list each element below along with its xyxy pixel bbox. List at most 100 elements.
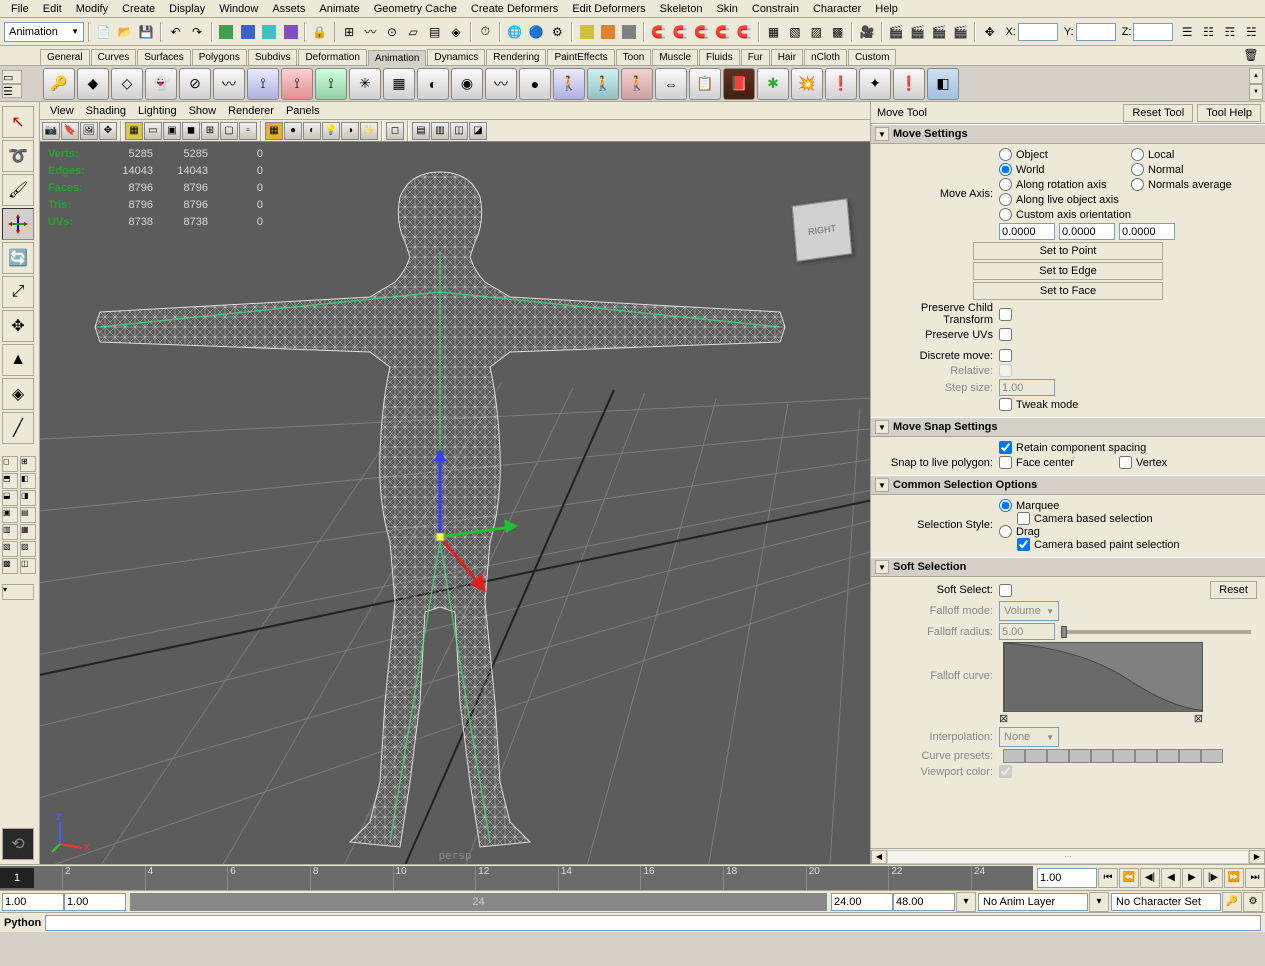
shelf-effect2-icon[interactable]: ❗ (825, 68, 857, 100)
shelf-tab-dynamics[interactable]: Dynamics (427, 49, 485, 65)
shelf-blend-icon[interactable]: ◐ (417, 68, 449, 100)
lock-icon[interactable]: 🔒 (310, 22, 329, 42)
shelf-tab-general[interactable]: General (40, 49, 90, 65)
tweak-checkbox[interactable]: Tweak mode (999, 398, 1078, 411)
magnet3-icon[interactable]: 🧲 (692, 22, 711, 42)
container-a-icon[interactable]: ▦ (764, 22, 783, 42)
pi-textured-icon[interactable]: ◐ (303, 122, 321, 140)
pi-image-plane-icon[interactable]: 🖼 (80, 122, 98, 140)
shelf-effect5-icon[interactable]: ◧ (927, 68, 959, 100)
shelf-breakdown-icon[interactable]: ◇ (111, 68, 143, 100)
pi-field-chart-icon[interactable]: ⊞ (201, 122, 219, 140)
layout-uv-icon[interactable]: ▧ (2, 541, 18, 557)
panel-hscroll[interactable]: ◀ ··· ▶ (871, 848, 1265, 864)
axis-world[interactable]: World (999, 163, 1129, 176)
shelf-scroll[interactable]: ▲▼ (1249, 68, 1263, 100)
layout-b-icon[interactable]: ☷ (1199, 22, 1218, 42)
layout-single-icon[interactable]: ◻ (2, 456, 18, 472)
range-start-input[interactable] (2, 893, 64, 911)
soft-mod-tool[interactable]: ▲ (2, 344, 34, 376)
film-b-icon[interactable]: 🎬 (908, 22, 927, 42)
play-back-icon[interactable]: ◀ (1161, 868, 1181, 888)
pi-grid-icon[interactable]: ▦ (125, 122, 143, 140)
menu-character[interactable]: Character (806, 2, 868, 16)
shelf-tab-toon[interactable]: Toon (616, 49, 652, 65)
layout-d-icon[interactable]: ☵ (1242, 22, 1261, 42)
shelf-tab-hair[interactable]: Hair (771, 49, 803, 65)
shelf-ik-icon[interactable]: ⟟ (281, 68, 313, 100)
pi-expose2-icon[interactable]: ◪ (469, 122, 487, 140)
save-scene-icon[interactable]: 💾 (137, 22, 156, 42)
playblast-icon[interactable]: 🎥 (857, 22, 876, 42)
shelf-wire-icon[interactable]: 〰 (485, 68, 517, 100)
pi-shadows-icon[interactable]: ◑ (341, 122, 359, 140)
axis-y-input[interactable] (1059, 223, 1115, 240)
cam-sel-checkbox[interactable]: Camera based selection (1017, 512, 1257, 525)
menu-skin[interactable]: Skin (709, 2, 744, 16)
menu-assets[interactable]: Assets (265, 2, 312, 16)
menu-create[interactable]: Create (115, 2, 162, 16)
axis-custom[interactable]: Custom axis orientation (999, 208, 1257, 221)
open-scene-icon[interactable]: 📂 (115, 22, 134, 42)
range-menu-icon[interactable]: ▾ (956, 892, 976, 912)
shelf-tab-polygons[interactable]: Polygons (192, 49, 247, 65)
magnet1-icon[interactable]: 🧲 (649, 22, 668, 42)
panel-view[interactable]: View (44, 105, 80, 117)
layout-graph-icon[interactable]: ▥ (2, 524, 18, 540)
select-component-icon[interactable] (259, 22, 278, 42)
axis-x-input[interactable] (999, 223, 1055, 240)
shelf-humanik-icon[interactable]: 🚶 (621, 68, 653, 100)
xform-mode-icon[interactable]: ✥ (980, 22, 999, 42)
axis-live[interactable]: Along live object axis (999, 193, 1257, 206)
magnet4-icon[interactable]: 🧲 (713, 22, 732, 42)
panel-lighting[interactable]: Lighting (132, 105, 183, 117)
shelf-effect4-icon[interactable]: ❗ (893, 68, 925, 100)
shelf-tab-muscle[interactable]: Muscle (652, 49, 698, 65)
panel-renderer[interactable]: Renderer (222, 105, 280, 117)
pi-wireframe-icon[interactable]: ▦ (265, 122, 283, 140)
pi-xray-joints-icon[interactable]: ▥ (431, 122, 449, 140)
undo-icon[interactable]: ↶ (166, 22, 185, 42)
layout-c-icon[interactable]: ☶ (1220, 22, 1239, 42)
step-back-icon[interactable]: ◀| (1140, 868, 1160, 888)
shelf-keyframe-icon[interactable]: ◆ (77, 68, 109, 100)
axis-local[interactable]: Local (1131, 148, 1257, 161)
pi-bookmarks-icon[interactable]: 🔖 (61, 122, 79, 140)
command-input[interactable] (45, 915, 1261, 931)
section-soft-selection[interactable]: Soft Selection (871, 557, 1265, 577)
pi-safe-title-icon[interactable]: ▫ (239, 122, 257, 140)
pi-res-gate-icon[interactable]: ▣ (163, 122, 181, 140)
panel-shading[interactable]: Shading (80, 105, 132, 117)
shelf-smooth-icon[interactable]: 🚶 (553, 68, 585, 100)
discrete-checkbox[interactable] (999, 349, 1012, 362)
mode-dropdown[interactable]: Animation (4, 22, 84, 42)
snap-live-icon[interactable]: ◈ (446, 22, 465, 42)
pi-xray-icon[interactable]: ▤ (412, 122, 430, 140)
shelf-key-icon[interactable]: 🔑 (43, 68, 75, 100)
render-icon[interactable]: 🌐 (505, 22, 524, 42)
move-tool[interactable] (2, 208, 34, 240)
shelf-constrain-icon[interactable]: 📕 (723, 68, 755, 100)
universal-manip-tool[interactable]: ✥ (2, 310, 34, 342)
shelf-ikspline-icon[interactable]: ⟟ (315, 68, 347, 100)
step-back-key-icon[interactable]: ⏪ (1119, 868, 1139, 888)
paint-select-tool[interactable]: 🖌 (2, 174, 34, 206)
menu-create-deformers[interactable]: Create Deformers (464, 2, 565, 16)
shelf-joint-icon[interactable]: ⟟ (247, 68, 279, 100)
redo-icon[interactable]: ↷ (187, 22, 206, 42)
scroll-right-icon[interactable]: ▶ (1249, 850, 1265, 864)
input-a-icon[interactable] (577, 22, 596, 42)
anim-layer-dropdown[interactable]: No Anim Layer (978, 893, 1088, 911)
section-move-settings[interactable]: Move Settings (871, 124, 1265, 144)
pi-film-gate-icon[interactable]: ▭ (144, 122, 162, 140)
soft-select-checkbox[interactable] (999, 584, 1012, 597)
range-inner-start-input[interactable] (64, 893, 126, 911)
y-input[interactable] (1076, 23, 1116, 41)
snap-view-icon[interactable]: ▤ (425, 22, 444, 42)
select-object-icon[interactable] (238, 22, 257, 42)
menu-geometry-cache[interactable]: Geometry Cache (367, 2, 464, 16)
toolbox-collapse-icon[interactable]: ▾ (2, 584, 34, 600)
layout-two-v-icon[interactable]: ◧ (20, 473, 36, 489)
menu-skeleton[interactable]: Skeleton (653, 2, 710, 16)
menu-edit-deformers[interactable]: Edit Deformers (565, 2, 652, 16)
